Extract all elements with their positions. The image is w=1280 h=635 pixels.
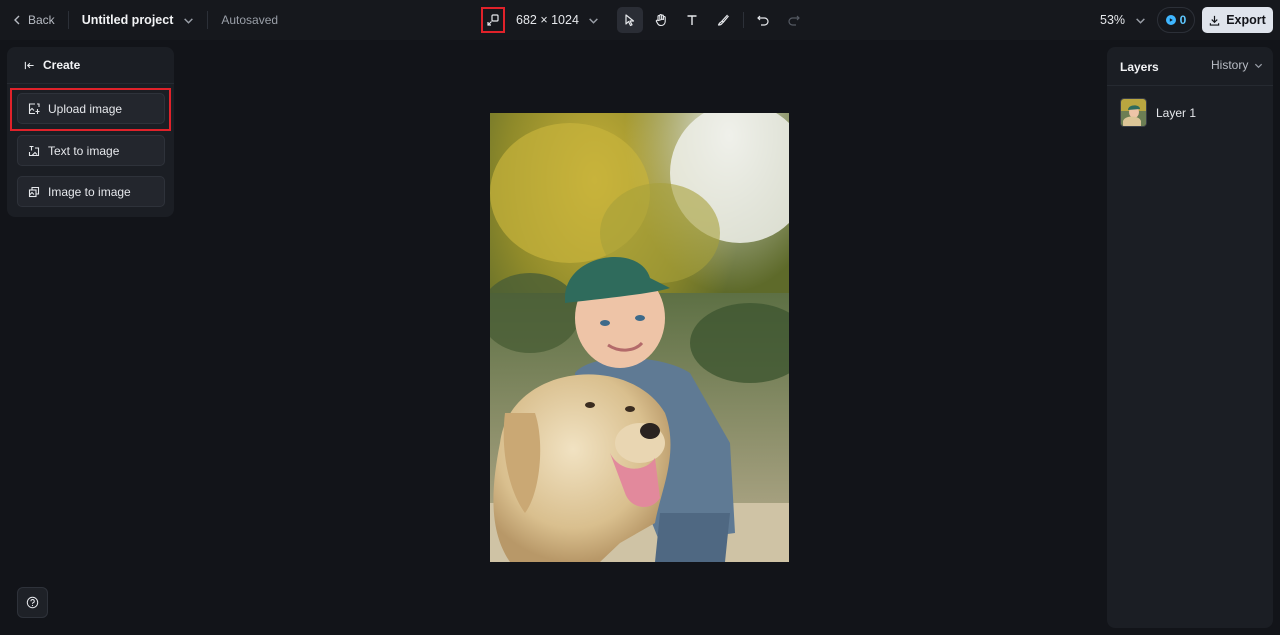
resize-icon: [487, 14, 499, 26]
create-panel-header[interactable]: Create: [24, 58, 80, 72]
upload-image-icon: [28, 102, 40, 114]
cursor-arrow-icon: [625, 14, 635, 27]
question-icon: [26, 596, 39, 609]
canvas-size-value: 682 × 1024: [516, 13, 579, 27]
export-label: Export: [1226, 13, 1266, 27]
redo-icon: [788, 15, 800, 26]
history-dropdown[interactable]: History: [1211, 58, 1263, 72]
brush-icon: [717, 14, 729, 26]
layer-name: Layer 1: [1156, 105, 1197, 120]
layer-thumbnail: [1120, 98, 1147, 127]
text-tool-button[interactable]: [679, 7, 705, 33]
layers-panel: Layers History Layer 1: [1107, 47, 1273, 628]
photo-image: [490, 113, 789, 562]
divider: [743, 12, 744, 28]
divider: [7, 83, 174, 84]
top-bar-left: Back Untitled project Autosaved: [12, 0, 278, 40]
chevron-down-icon: [184, 17, 194, 24]
export-button[interactable]: Export: [1202, 7, 1273, 33]
hand-tool-button[interactable]: [648, 7, 674, 33]
chevron-down-icon: [1136, 17, 1145, 24]
image-to-image-label: Image to image: [48, 184, 131, 199]
zoom-value: 53%: [1100, 13, 1126, 27]
canvas-image[interactable]: [490, 113, 789, 562]
toolbar: [617, 7, 812, 33]
select-tool-button[interactable]: [617, 7, 643, 33]
back-label: Back: [28, 13, 55, 27]
credit-icon: [1165, 15, 1176, 25]
download-icon: [1209, 15, 1220, 26]
credits-button[interactable]: 0: [1157, 7, 1195, 33]
image-to-image-icon: [28, 186, 40, 197]
autosave-status: Autosaved: [221, 13, 279, 27]
divider: [207, 11, 209, 29]
project-name: Untitled project: [81, 13, 174, 27]
chevron-left-icon: [14, 15, 20, 25]
divider: [67, 11, 69, 29]
upload-image-label: Upload image: [48, 101, 123, 116]
project-name-dropdown[interactable]: Untitled project: [82, 13, 195, 27]
zoom-dropdown[interactable]: 53%: [1100, 0, 1146, 40]
top-bar: Back Untitled project Autosaved 682 × 10…: [0, 0, 1280, 40]
text-icon: [687, 15, 697, 25]
undo-icon: [757, 15, 769, 26]
help-button[interactable]: [17, 587, 48, 618]
back-button[interactable]: Back: [12, 13, 55, 27]
redo-button[interactable]: [781, 7, 807, 33]
chevron-down-icon: [589, 17, 598, 24]
brush-tool-button[interactable]: [710, 7, 736, 33]
credits-count: 0: [1179, 13, 1187, 27]
divider: [1107, 85, 1273, 86]
layers-title: Layers: [1120, 60, 1159, 74]
create-panel-title: Create: [43, 58, 81, 72]
canvas-size-dropdown[interactable]: 682 × 1024: [516, 0, 599, 40]
upload-image-button[interactable]: Upload image: [17, 93, 165, 124]
text-to-image-icon: [28, 145, 40, 156]
create-panel: Create Upload image Text to image Image …: [7, 47, 174, 217]
undo-button[interactable]: [750, 7, 776, 33]
text-to-image-button[interactable]: Text to image: [17, 135, 165, 166]
history-label: History: [1211, 58, 1249, 72]
layer-item[interactable]: Layer 1: [1120, 97, 1265, 128]
resize-canvas-button[interactable]: [481, 7, 505, 33]
collapse-left-icon: [24, 61, 34, 69]
hand-icon: [655, 14, 666, 27]
image-to-image-button[interactable]: Image to image: [17, 176, 165, 207]
text-to-image-label: Text to image: [48, 143, 120, 158]
chevron-down-icon: [1255, 63, 1263, 68]
